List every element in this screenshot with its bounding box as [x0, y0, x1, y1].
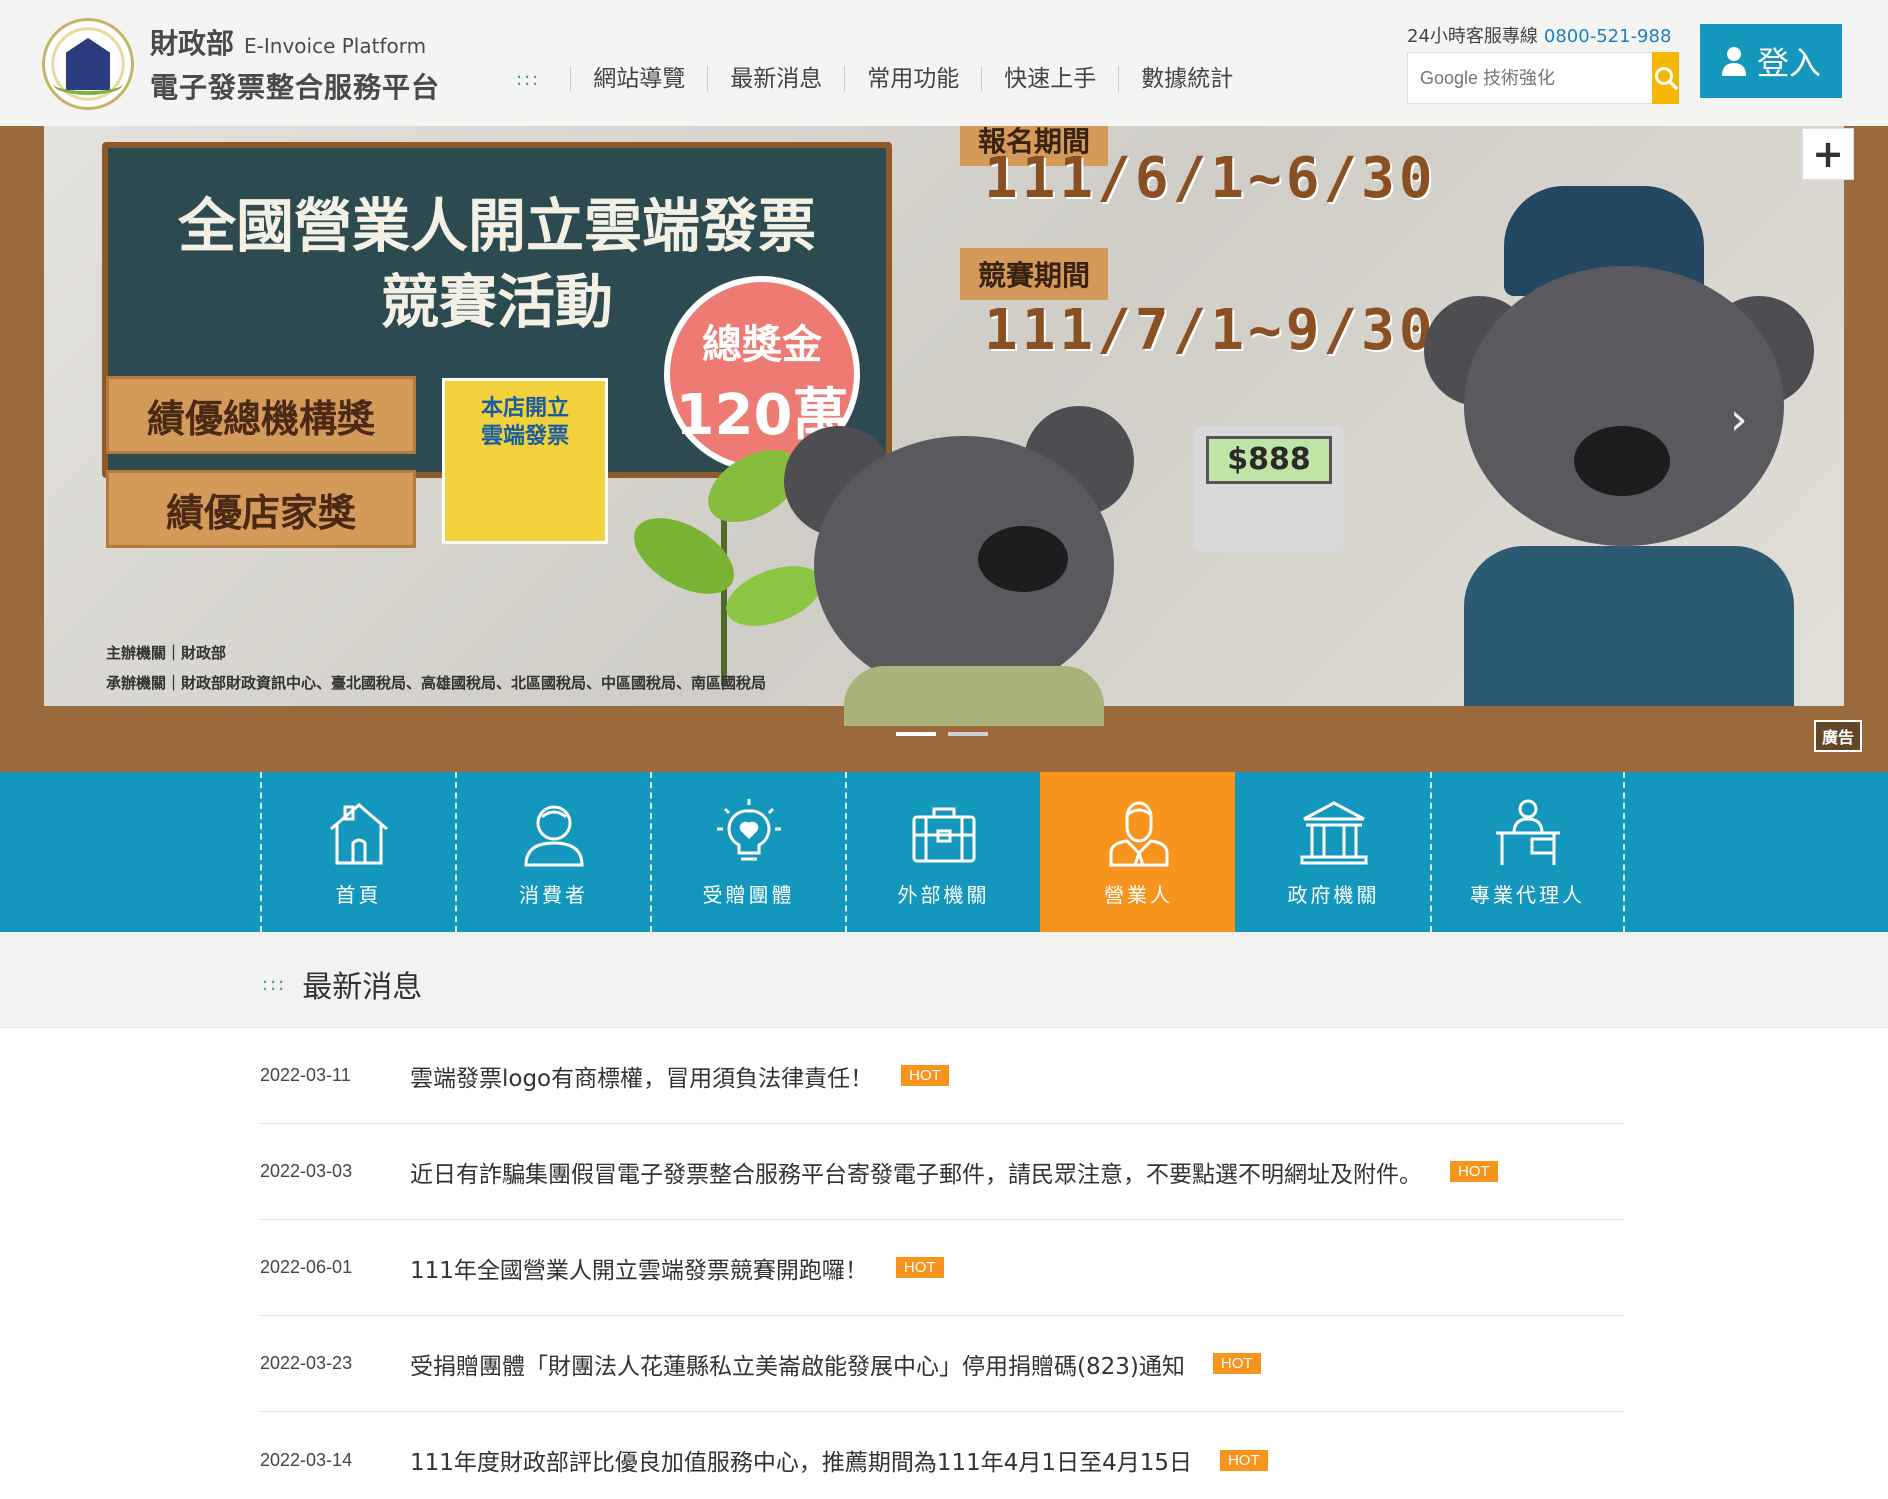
logo-text: 財政部 E-Invoice Platform 電子發票整合服務平台 — [150, 22, 440, 106]
promo-banner[interactable]: 全國營業人開立雲端發票 競賽活動 總獎金 120萬 績優總機構獎 績優店家獎 本… — [0, 126, 1888, 772]
search-icon — [1654, 67, 1678, 90]
plus-icon[interactable]: + — [1802, 128, 1854, 180]
contest-period-tag: 競賽期間 — [960, 248, 1109, 300]
briefcase-icon — [912, 807, 975, 862]
category-donee-group-label: 受贈團體 — [702, 882, 795, 907]
news-list: 2022-03-11 雲端發票logo有商標權，冒用須負法律責任！ HOT 20… — [260, 1028, 1624, 1499]
nav-sitemap[interactable]: 網站導覽 — [570, 66, 707, 92]
banner-board: 全國營業人開立雲端發票 競賽活動 總獎金 120萬 績優總機構獎 績優店家獎 本… — [44, 126, 1844, 726]
logo-mof: 財政部 — [150, 27, 235, 60]
news-link[interactable]: 雲端發票logo有商標權，冒用須負法律責任！ — [410, 1059, 873, 1093]
bear-right-nose — [1574, 426, 1670, 496]
category-business[interactable]: 營業人 — [1040, 772, 1235, 932]
category-professional-agent[interactable]: 專業代理人 — [1430, 772, 1625, 932]
hot-badge: HOT — [1212, 1353, 1261, 1374]
bear-left-nose — [978, 526, 1068, 592]
sticker-text-2: 雲端發票 — [480, 424, 569, 449]
news-item[interactable]: 2022-03-14 111年度財政部評比優良加值服務中心，推薦期間為111年4… — [260, 1412, 1624, 1499]
contest-period-date: 111/7/1~9/30 — [984, 298, 1437, 363]
banner-sponsors: 主辦機關｜財政部 承辦機關｜財政部財政資訊中心、臺北國稅局、高雄國稅局、北區國稅… — [106, 638, 766, 698]
carousel-indicators — [896, 732, 988, 736]
category-professional-agent-label: 專業代理人 — [1470, 882, 1585, 907]
news-title: 最新消息 — [302, 970, 423, 1005]
logo-en: E-Invoice Platform — [244, 34, 427, 58]
news-item[interactable]: 2022-03-03 近日有詐騙集團假冒電子發票整合服務平台寄發電子郵件，請民眾… — [260, 1124, 1624, 1220]
category-external-agency[interactable]: 外部機關 — [845, 772, 1040, 932]
prize-label: 總獎金 — [702, 322, 822, 368]
login-label: 登入 — [1756, 44, 1821, 82]
category-consumer[interactable]: 消費者 — [455, 772, 650, 932]
sticker-text-1: 本店開立 — [480, 396, 569, 421]
news-date: 2022-03-03 — [260, 1161, 353, 1181]
hot-badge: HOT — [1450, 1161, 1498, 1182]
search-box — [1407, 52, 1679, 104]
hotline: 24小時客服專線 0800-521-988 — [1407, 22, 1671, 48]
award-headquarters: 績優總機構獎 — [106, 376, 416, 454]
logo-zh: 電子發票整合服務平台 — [150, 71, 441, 104]
category-home[interactable]: 首頁 — [260, 772, 455, 932]
top-nav: ::: 網站導覽 最新消息 常用功能 快速上手 數據統計 — [516, 66, 1255, 92]
bear-left-head — [814, 436, 1114, 696]
news-dots-icon: ::: — [262, 973, 287, 995]
user-icon — [1721, 47, 1746, 76]
news-item[interactable]: 2022-03-11 雲端發票logo有商標權，冒用須負法律責任！ HOT — [260, 1028, 1624, 1124]
nav-statistics[interactable]: 數據統計 — [1118, 66, 1255, 92]
nav-common-functions[interactable]: 常用功能 — [844, 66, 981, 92]
cash-register-illustration: $888 — [1194, 426, 1344, 552]
news-link[interactable]: 111年全國營業人開立雲端發票競賽開跑囉！ — [410, 1251, 868, 1285]
news-date: 2022-06-01 — [260, 1257, 353, 1277]
news-link[interactable]: 111年度財政部評比優良加值服務中心，推薦期間為111年4月1日至4月15日 — [410, 1443, 1192, 1477]
ad-label: 廣告 — [1814, 720, 1863, 752]
carousel-dot-2[interactable] — [948, 732, 988, 736]
hot-badge: HOT — [1219, 1449, 1268, 1471]
businessman-icon — [1109, 801, 1168, 866]
mof-emblem-icon — [42, 18, 134, 110]
site-logo[interactable]: 財政部 E-Invoice Platform 電子發票整合服務平台 — [42, 18, 440, 110]
site-header: 財政部 E-Invoice Platform 電子發票整合服務平台 ::: 網站… — [0, 0, 1888, 126]
store-sticker: 本店開立 雲端發票 — [442, 378, 608, 544]
house-icon — [329, 802, 388, 864]
search-input[interactable] — [1408, 53, 1652, 103]
category-nav: 首頁 消費者 受贈團體 外部機關 營業人 政府機關 專業代理人 — [0, 772, 1888, 932]
category-government-label: 政府機關 — [1287, 882, 1380, 907]
person-icon — [523, 805, 584, 866]
news-date: 2022-03-11 — [260, 1065, 351, 1085]
banner-title-line1: 全國營業人開立雲端發票 — [177, 192, 816, 260]
desk-agent-icon — [1495, 799, 1560, 865]
category-home-label: 首頁 — [335, 882, 382, 907]
register-period-date: 111/6/1~6/30 — [984, 146, 1437, 211]
category-government[interactable]: 政府機關 — [1235, 772, 1430, 932]
category-consumer-label: 消費者 — [519, 882, 588, 907]
news-link[interactable]: 近日有詐騙集團假冒電子發票整合服務平台寄發電子郵件，請民眾注意，不要點選不明網址… — [410, 1155, 1422, 1189]
hot-badge: HOT — [901, 1065, 949, 1086]
award-store: 績優店家獎 — [106, 470, 416, 548]
login-button[interactable]: 登入 — [1700, 24, 1842, 98]
category-donee-group[interactable]: 受贈團體 — [650, 772, 845, 932]
government-building-icon — [1300, 800, 1367, 864]
nav-dots-icon: ::: — [516, 68, 541, 90]
sponsor-line1: 主辦機關｜財政部 — [106, 644, 227, 662]
news-date: 2022-03-14 — [260, 1449, 353, 1470]
category-external-agency-label: 外部機關 — [897, 882, 990, 907]
bear-right-body — [1464, 546, 1794, 706]
hotline-number[interactable]: 0800-521-988 — [1544, 26, 1672, 47]
sponsor-line2: 承辦機關｜財政部財政資訊中心、臺北國稅局、高雄國稅局、北區國稅局、中區國稅局、南… — [106, 674, 767, 692]
chevron-right-icon[interactable]: › — [1730, 394, 1748, 445]
lightbulb-heart-icon — [716, 798, 781, 860]
search-button[interactable] — [1652, 52, 1679, 104]
nav-latest-news[interactable]: 最新消息 — [707, 66, 844, 92]
carousel-dot-1[interactable] — [896, 732, 936, 736]
news-date: 2022-03-23 — [260, 1353, 353, 1373]
nav-quick-start[interactable]: 快速上手 — [981, 66, 1118, 92]
news-item[interactable]: 2022-03-23 受捐贈團體「財團法人花蓮縣私立美崙啟能發展中心」停用捐贈碼… — [260, 1316, 1624, 1412]
bear-left-body — [844, 666, 1104, 726]
category-business-label: 營業人 — [1104, 882, 1173, 907]
register-screen: $888 — [1206, 436, 1332, 484]
news-link[interactable]: 受捐贈團體「財團法人花蓮縣私立美崙啟能發展中心」停用捐贈碼(823)通知 — [410, 1347, 1185, 1381]
news-item[interactable]: 2022-06-01 111年全國營業人開立雲端發票競賽開跑囉！ HOT — [260, 1220, 1624, 1316]
hotline-label: 24小時客服專線 — [1407, 26, 1538, 47]
news-header: ::: 最新消息 — [0, 932, 1888, 1028]
hot-badge: HOT — [895, 1257, 944, 1278]
